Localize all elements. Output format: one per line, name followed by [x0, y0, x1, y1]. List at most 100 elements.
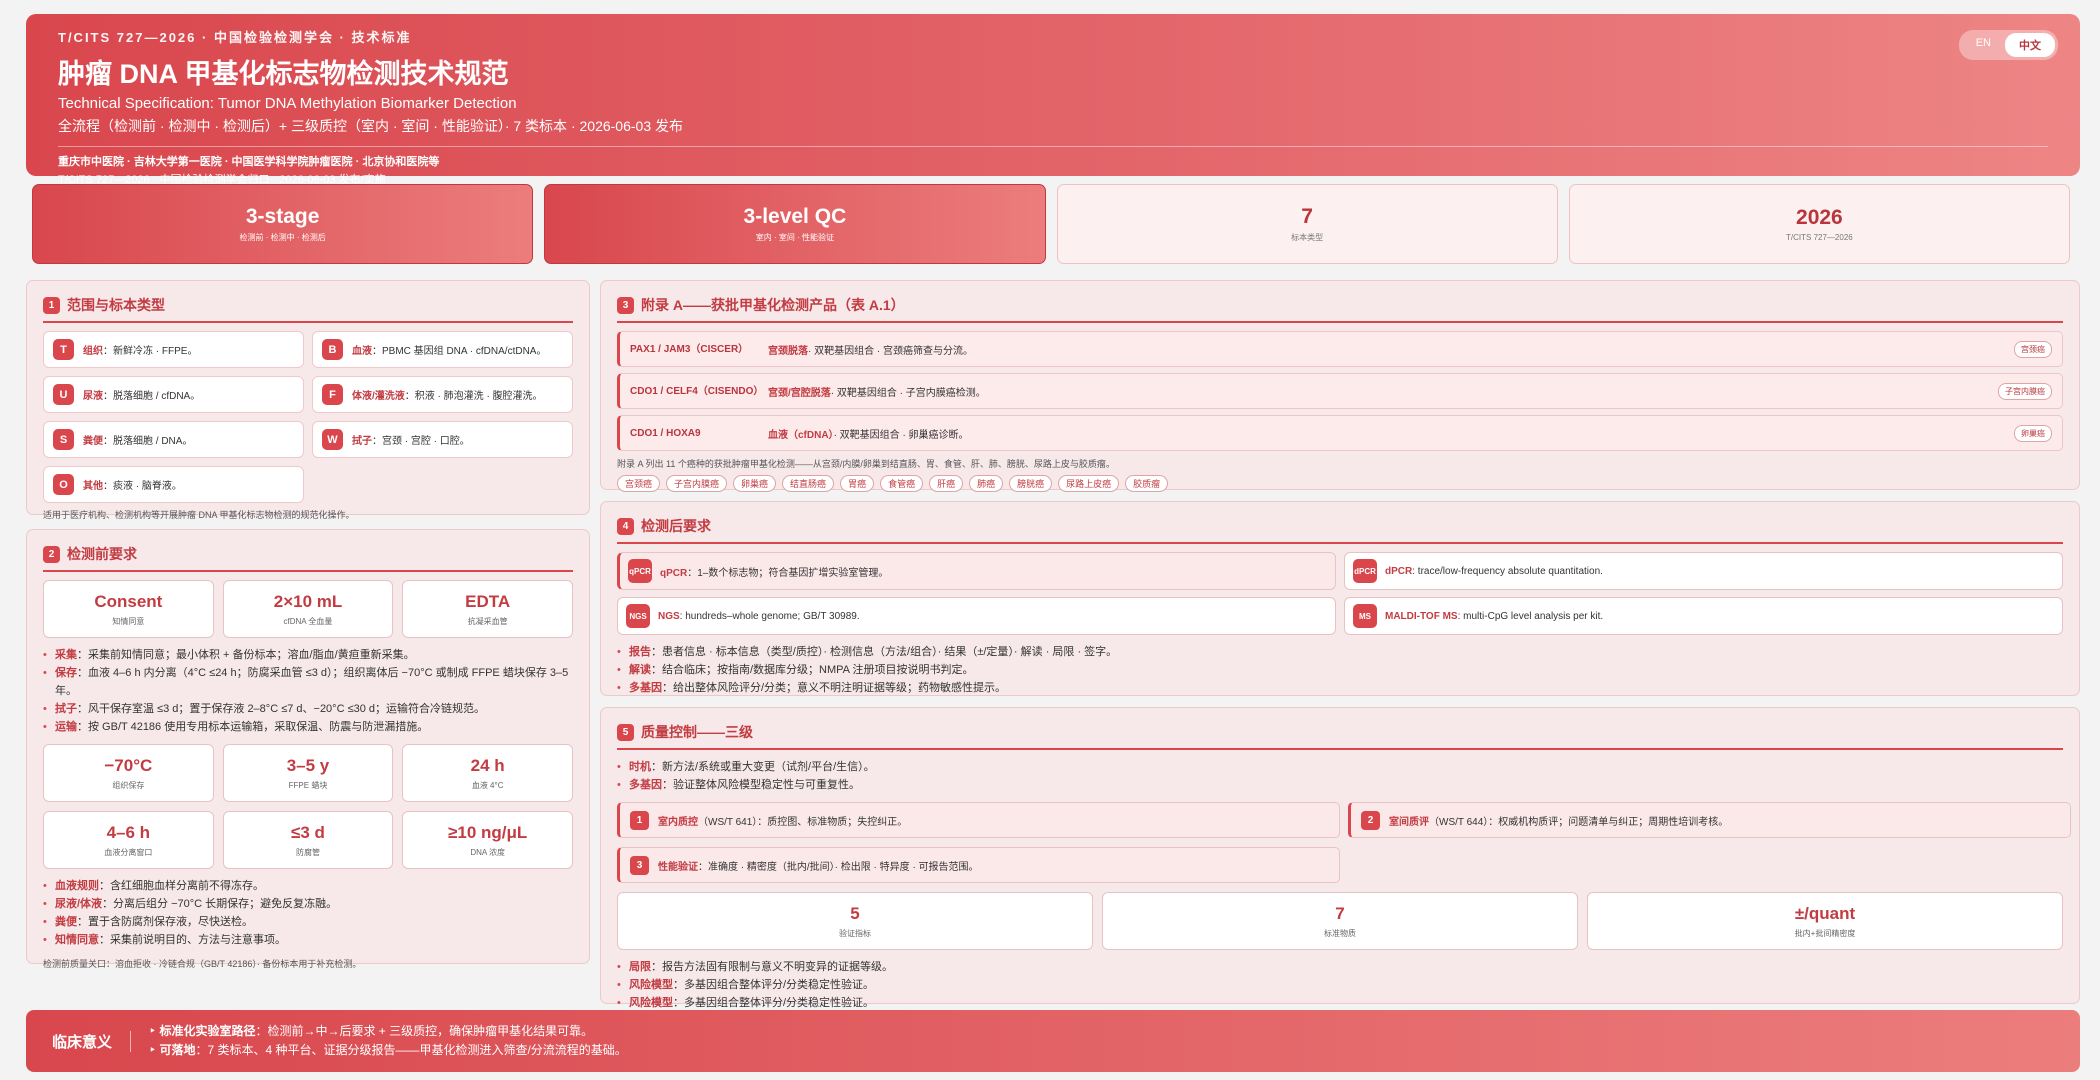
bullet-list: 时机：新方法/系统或重大变更（试剂/平台/生信）。 多基因：验证整体风险模型稳定… — [617, 758, 2063, 794]
bullet-key: 多基因 — [629, 682, 662, 694]
bullet-list: 报告：患者信息 · 标本信息（类型/质控）· 检测信息（方法/组合）· 结果（±… — [617, 643, 2063, 697]
metric-card: 5 验证指标 — [617, 892, 1093, 950]
metric-value: ≤3 d — [291, 822, 325, 842]
bullet-key: 多基因 — [629, 779, 662, 791]
metric-value: 7 — [1335, 903, 1345, 923]
section-title-text: 附录 A——获批甲基化检测产品（表 A.1） — [641, 297, 905, 313]
lang-zh-button[interactable]: 中文 — [2005, 33, 2055, 57]
bullet-text: ：患者信息 · 标本信息（类型/质控）· 检测信息（方法/组合）· 结果（±/定… — [651, 646, 1118, 658]
metric-label: 验证指标 — [839, 928, 871, 938]
specimen-badge: F — [322, 384, 343, 405]
product-sample: 宫颈脱落 — [768, 345, 808, 357]
platform-item: NGS NGS: hundreds–whole genome; GB/T 3098… — [617, 597, 1336, 635]
qc-level-desc: （WS/T 641）：质控图、标准物质；失控纠正。 — [698, 816, 908, 828]
bullet-key: 粪便 — [55, 916, 77, 928]
metric-card: 24 h 血液 4°C — [402, 744, 573, 802]
product-row: PAX1 / JAM3（CISCER） 宫颈脱落· 双靶基因组合 · 宫颈癌筛查与… — [617, 331, 2063, 367]
metric-card: Consent 知情同意 — [43, 580, 214, 638]
bullet-item: 多基因：给出整体风险评分/分类；意义不明注明证据等级；药物敏感性提示。 — [617, 679, 2063, 697]
bullet-list: 血液规则：含红细胞血样分离前不得冻存。 尿液/体液：分离后组分 −70°C 长期… — [43, 877, 573, 949]
bullet-item: 拭子：风干保存室温 ≤3 d；置于保存液 2–8°C ≤7 d、−20°C ≤3… — [43, 700, 573, 718]
specimen-item: T 组织：新鲜冷冻 · FFPE。 — [43, 331, 304, 368]
bullet-key: 解读 — [629, 664, 651, 676]
metric-label: 知情同意 — [112, 616, 145, 626]
specimen-desc: ：积液 · 肺泡灌洗 · 腹腔灌洗。 — [404, 391, 543, 402]
bullet-key: 运输 — [55, 721, 77, 733]
specimen-badge: W — [322, 429, 343, 450]
bullet-list: 局限：报告方法固有限制与意义不明变异的证据等级。 风险模型：多基因组合整体评分/… — [617, 958, 2063, 1012]
bullet-item: 报告：患者信息 · 标本信息（类型/质控）· 检测信息（方法/组合）· 结果（±… — [617, 643, 2063, 661]
metric-card: 7 标准物质 — [1102, 892, 1578, 950]
qc-level-item: 1 室内质控（WS/T 641）：质控图、标准物质；失控纠正。 — [617, 802, 1340, 838]
specimen-desc: ：宫颈 · 宫腔 · 口腔。 — [372, 436, 470, 447]
metric-label: 抗凝采血管 — [467, 616, 508, 626]
product-row: CDO1 / HOXA9 血液（cfDNA）· 双靶基因组合 · 卵巢癌诊断。 卵巢… — [617, 415, 2063, 451]
section-title-text: 检测前要求 — [67, 546, 137, 562]
platform-grid: qPCR qPCR：1–数个标志物；符合基因扩增实验室管理。 dPCR dPCR: … — [617, 552, 2063, 635]
ms-icon: MS — [1353, 604, 1377, 628]
header-divider — [58, 146, 2048, 147]
specimen-desc: ：痰液 · 脑脊液。 — [103, 481, 182, 492]
metric-value: 2×10 mL — [273, 591, 343, 611]
bullet-text: ：风干保存室温 ≤3 d；置于保存液 2–8°C ≤7 d、−20°C ≤30 … — [77, 703, 486, 715]
section-number: 3 — [617, 296, 634, 314]
product-desc: · 双靶基因组合 · 子宫内膜癌检测。 — [830, 387, 986, 399]
stat-label: 标本类型 — [1291, 233, 1324, 242]
product-name: CDO1 / HOXA9 — [630, 427, 701, 439]
footer-title: 临床意义 — [52, 1030, 132, 1052]
clinical-significance-footer: 临床意义 ‣ 标准化实验室路径：检测前→中→后要求 + 三级质控，确保肿瘤甲基化… — [26, 1010, 2080, 1072]
section-title: 1 范围与标本类型 — [43, 289, 573, 323]
metric-value: −70°C — [104, 755, 153, 775]
stat-label: 室内 · 室间 · 性能验证 — [755, 233, 834, 242]
cancer-chip: 尿路上皮癌 — [1058, 475, 1120, 492]
qc-level-number: 2 — [1361, 810, 1380, 830]
specimen-desc: ：PBMC 基因组 DNA · cfDNA/ctDNA。 — [372, 346, 547, 357]
appendix-note: 附录 A 列出 11 个癌种的获批肿瘤甲基化检测——从宫颈/内膜/卵巢到结直肠、… — [617, 459, 1115, 469]
product-sample: 血液（cfDNA） — [768, 429, 834, 441]
cancer-chip: 膀胱癌 — [1009, 475, 1053, 492]
cancer-chip: 结直肠癌 — [782, 475, 835, 492]
qc-level-key: 性能验证 — [658, 861, 698, 873]
bullet-key: 风险模型 — [629, 997, 673, 1009]
bullet-text: ：结合临床；按指南/数据库分级；NMPA 注册项目按说明书判定。 — [651, 664, 974, 676]
metric-value: Consent — [94, 591, 163, 611]
page-root: T/CITS 727—2026 · 中国检验检测学会 · 技术标准 肿瘤 DNA… — [0, 0, 2100, 1080]
stat-row: 3-stage 检测前 · 检测中 · 检测后 3-level QC 室内 · 室间… — [32, 184, 2070, 264]
platform-key: qPCR — [660, 567, 688, 579]
specimen-item: U 尿液：脱落细胞 / cfDNA。 — [43, 376, 304, 413]
section-quality-control: 5质量控制——三级 时机：新方法/系统或重大变更（试剂/平台/生信）。 多基因：… — [600, 707, 2080, 1012]
bullet-key: 尿液/体液 — [55, 898, 103, 910]
platform-item: MS MALDI-TOF MS: multi-CpG level analysis… — [1344, 597, 2063, 635]
cancer-chip: 子宫内膜癌 — [666, 475, 728, 492]
footer-lines: ‣ 标准化实验室路径：检测前→中→后要求 + 三级质控，确保肿瘤甲基化结果可靠。… — [149, 1022, 627, 1060]
metric-card: −70°C 组织保存 — [43, 744, 214, 802]
specimen-item: O 其他：痰液 · 脑脊液。 — [43, 466, 304, 503]
specimen-key: 粪便 — [83, 436, 103, 447]
bullet-item: 运输：按 GB/T 42186 使用专用标本运输箱，采取保温、防震与防泄漏措施。 — [43, 718, 573, 736]
product-sample: 宫颈/宫腔脱落 — [768, 387, 831, 399]
qc-level-number: 3 — [630, 855, 649, 875]
platform-desc: ：1–数个标志物；符合基因扩增实验室管理。 — [687, 567, 889, 579]
section-title-text: 范围与标本类型 — [67, 297, 165, 313]
bullet-item: 粪便：置于含防腐剂保存液，尽快送检。 — [43, 913, 573, 931]
section-number: 1 — [43, 296, 60, 314]
footer-text: ：检测前→中→后要求 + 三级质控，确保肿瘤甲基化结果可靠。 — [255, 1024, 594, 1038]
metric-card: ±/quant 批内+批间精密度 — [1587, 892, 2063, 950]
specimen-key: 其他 — [83, 481, 103, 492]
metric-value: 4–6 h — [106, 822, 151, 842]
cancer-chip: 胃癌 — [840, 475, 875, 492]
section-title-text: 检测后要求 — [641, 518, 711, 534]
specimen-key: 体液/灌洗液 — [352, 391, 405, 402]
bullet-text: ：多基因组合整体评分/分类稳定性验证。 — [673, 997, 875, 1009]
product-name: CDO1 / CELF4（CISENDO） — [630, 385, 764, 397]
metric-value: 3–5 y — [286, 755, 330, 775]
bullet-item: 风险模型：多基因组合整体评分/分类稳定性验证。 — [617, 976, 2063, 994]
bullet-key: 采集 — [55, 649, 77, 661]
qc-level-key: 室内质控 — [658, 816, 698, 828]
section-pre-analytical: 2 检测前要求 Consent 知情同意 2×10 mL cfDNA 全血量 EDTA… — [26, 529, 590, 969]
standard-code: T/CITS 727—2026 · 中国检验检测学会 · 技术标准 — [58, 30, 412, 45]
metric-card: ≥10 ng/μL DNA 浓度 — [402, 811, 573, 869]
lang-en-button[interactable]: EN — [1962, 33, 2005, 57]
bullet-item: 尿液/体液：分离后组分 −70°C 长期保存；避免反复冻融。 — [43, 895, 573, 913]
section-title: 2 检测前要求 — [43, 538, 573, 572]
